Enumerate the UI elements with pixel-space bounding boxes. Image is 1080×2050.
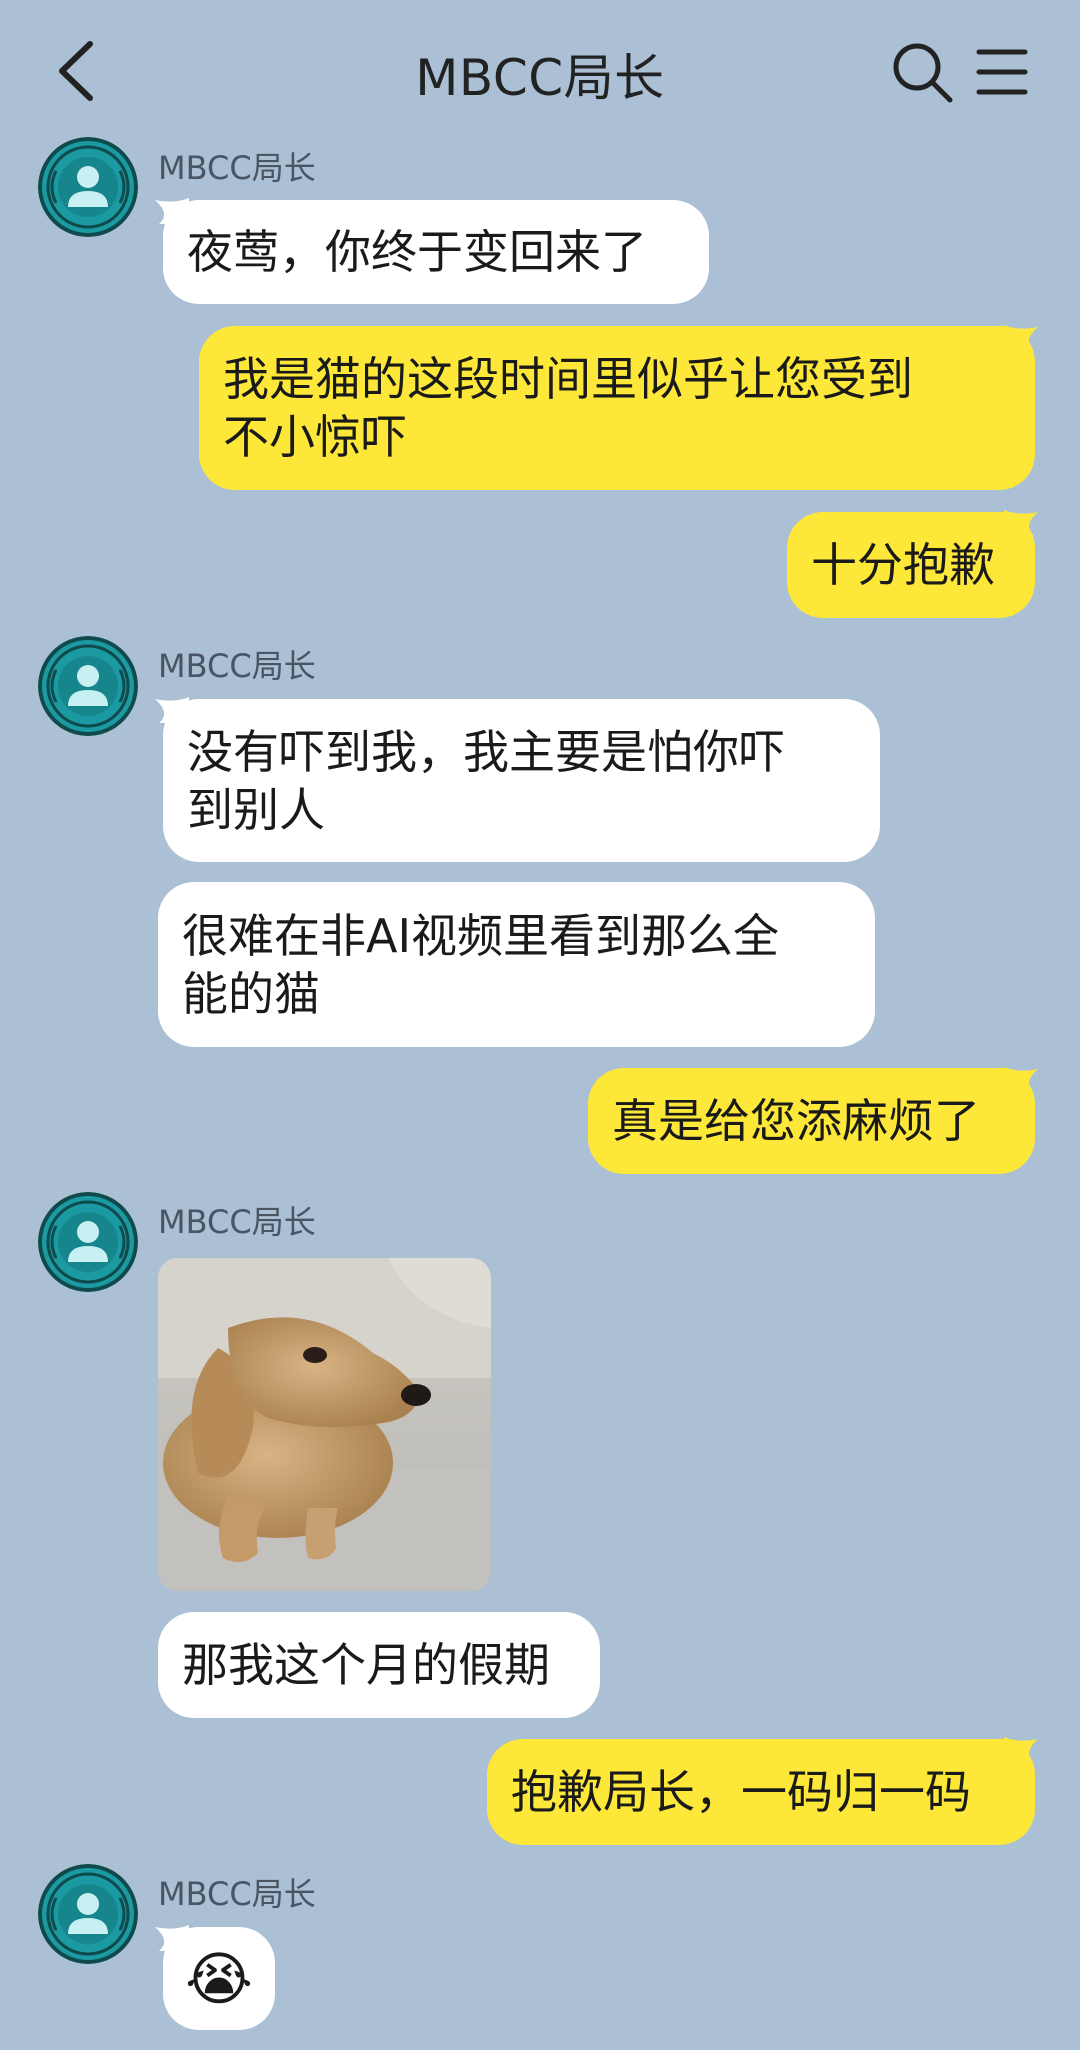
message-bubble-outgoing[interactable]: 十分抱歉 bbox=[787, 512, 1035, 618]
message-text: 夜莺，你终于变回来了 bbox=[187, 225, 647, 279]
message-bubble-outgoing[interactable]: 我是猫的这段时间里似乎让您受到 不小惊吓 bbox=[199, 326, 1035, 490]
crying-emoji-icon: 😭 bbox=[185, 1944, 253, 2013]
message-text: 真是给您添麻烦了 bbox=[612, 1094, 980, 1148]
sender-avatar[interactable] bbox=[38, 1864, 138, 1964]
sender-name: MBCC局长 bbox=[158, 1203, 316, 1241]
chat-header: MBCC局长 bbox=[0, 0, 1080, 140]
menu-icon[interactable] bbox=[976, 44, 1028, 100]
message-bubble-incoming[interactable]: 那我这个月的假期 bbox=[158, 1612, 600, 1718]
message-text-line: 能的猫 bbox=[182, 966, 320, 1021]
message-text: 那我这个月的假期 bbox=[182, 1638, 550, 1692]
message-text-line: 我是猫的这段时间里似乎让您受到 bbox=[223, 352, 913, 406]
message-bubble-outgoing[interactable]: 真是给您添麻烦了 bbox=[588, 1068, 1035, 1174]
message-bubble-incoming[interactable]: 没有吓到我，我主要是怕你吓 到别人 bbox=[163, 699, 880, 862]
message-bubble-incoming[interactable]: 很难在非AI视频里看到那么全 能的猫 bbox=[158, 882, 875, 1047]
message-bubble-incoming[interactable]: 😭 bbox=[163, 1927, 275, 2030]
message-text-line: 没有吓到我，我主要是怕你吓 bbox=[187, 724, 785, 779]
message-text-line: 到别人 bbox=[187, 782, 325, 837]
sender-name: MBCC局长 bbox=[158, 149, 316, 187]
dog-photo[interactable] bbox=[158, 1258, 491, 1591]
sender-avatar[interactable] bbox=[38, 137, 138, 237]
message-text-line: 不小惊吓 bbox=[223, 410, 407, 464]
message-bubble-outgoing[interactable]: 抱歉局长，一码归一码 bbox=[487, 1739, 1035, 1845]
message-text: 抱歉局长，一码归一码 bbox=[511, 1765, 971, 1819]
search-icon[interactable] bbox=[890, 40, 954, 104]
sender-avatar[interactable] bbox=[38, 636, 138, 736]
message-text: 十分抱歉 bbox=[811, 538, 995, 592]
message-bubble-incoming[interactable]: 夜莺，你终于变回来了 bbox=[163, 200, 709, 304]
sender-name: MBCC局长 bbox=[158, 647, 316, 685]
message-text-line: 很难在非AI视频里看到那么全 bbox=[182, 908, 780, 963]
sender-name: MBCC局长 bbox=[158, 1875, 316, 1913]
sender-avatar[interactable] bbox=[38, 1192, 138, 1292]
